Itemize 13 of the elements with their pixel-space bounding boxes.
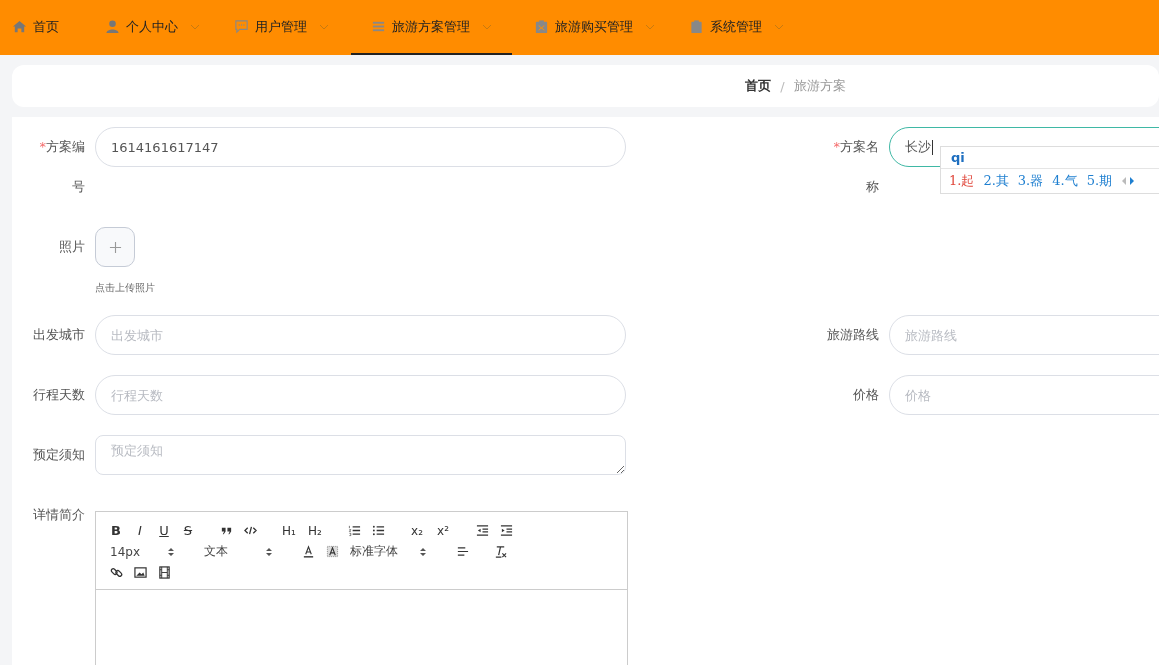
ime-composition: qi	[941, 147, 1159, 169]
field-label: 价格	[853, 386, 879, 404]
field-label: *方案编号	[38, 138, 85, 196]
field-label: 行程天数	[33, 386, 85, 404]
breadcrumb-current: 旅游方案	[793, 77, 846, 95]
field-label: 照片	[58, 238, 85, 256]
breadcrumb-separator: /	[780, 78, 785, 94]
field-label: 旅游路线	[827, 326, 879, 344]
field-label: *方案名称	[832, 138, 879, 196]
field-label: 预定须知	[33, 446, 85, 464]
field-label: 出发城市	[33, 326, 85, 344]
upload-hint: 点击上传照片	[95, 281, 155, 295]
field-label: 详情简介	[33, 506, 85, 524]
